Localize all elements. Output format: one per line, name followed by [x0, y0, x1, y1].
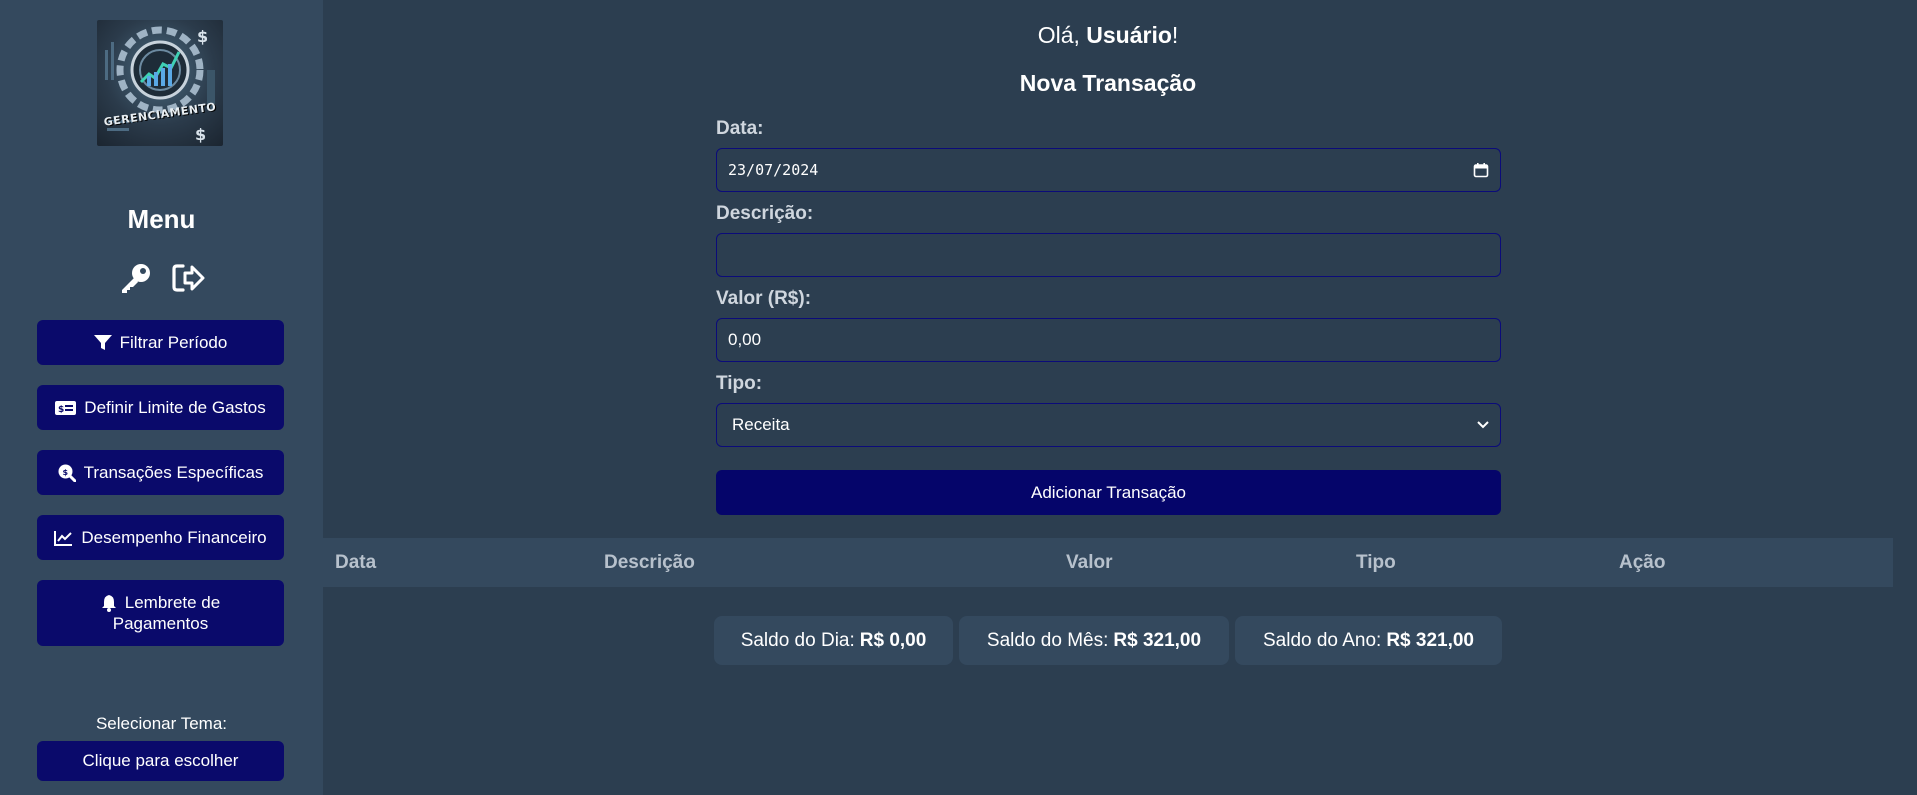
sign-out-icon[interactable] [170, 261, 206, 295]
menu-icon-bar [0, 261, 323, 295]
key-icon[interactable] [118, 261, 154, 295]
type-selected: Receita [732, 415, 790, 434]
date-value: 23/07/2024 [728, 161, 819, 179]
svg-text:$: $ [195, 125, 206, 144]
greeting-prefix: Olá, [1037, 22, 1087, 48]
form-title: Nova Transação [1019, 70, 1197, 96]
description-input[interactable] [716, 233, 1501, 277]
app-logo: $ $ GERENCIAMENTO [97, 20, 223, 146]
value-label: Valor (R$): [716, 288, 812, 309]
description-label: Descrição: [716, 203, 814, 224]
filter-period-label: Filtrar Período [119, 332, 228, 352]
col-type: Tipo [1356, 552, 1396, 573]
payment-reminder-label-2: Pagamentos [112, 614, 209, 633]
user-name: Usuário [1086, 22, 1172, 48]
svg-text:$: $ [58, 405, 64, 415]
money-bill-icon: $ [55, 400, 77, 415]
filter-icon [93, 334, 112, 351]
daily-balance-value: R$ 0,00 [859, 629, 927, 651]
chevron-down-icon [1477, 421, 1489, 429]
yearly-balance: Saldo do Ano: R$ 321,00 [1235, 616, 1502, 665]
payment-reminder-button[interactable]: Lembrete de Pagamentos [37, 580, 284, 646]
bell-icon [101, 594, 117, 612]
menu-title: Menu [127, 204, 196, 234]
monthly-balance-label: Saldo do Mês: [986, 629, 1109, 651]
theme-select-button[interactable]: Clique para escolher [37, 741, 284, 781]
sidebar: $ $ GERENCIAMENTO Menu Filtrar Período $… [0, 0, 323, 795]
value-value: 0,00 [728, 330, 762, 349]
greeting: Olá, Usuário! [323, 22, 1893, 49]
monthly-balance-value: R$ 321,00 [1113, 629, 1202, 651]
type-label: Tipo: [716, 373, 763, 394]
financial-performance-label: Desempenho Financeiro [81, 527, 267, 547]
filter-period-button[interactable]: Filtrar Período [37, 320, 284, 365]
col-action: Ação [1619, 552, 1666, 573]
spending-limit-label: Definir Limite de Gastos [84, 397, 266, 417]
app: $ $ GERENCIAMENTO Menu Filtrar Período $… [0, 0, 1917, 795]
col-description: Descrição [604, 552, 695, 573]
calendar-icon[interactable] [1473, 162, 1489, 178]
date-label: Data: [716, 118, 764, 139]
daily-balance: Saldo do Dia: R$ 0,00 [714, 616, 953, 665]
value-input[interactable]: 0,00 [716, 318, 1501, 362]
yearly-balance-value: R$ 321,00 [1386, 629, 1474, 651]
svg-text:$: $ [197, 27, 208, 46]
specific-transactions-label: Transações Específicas [83, 462, 264, 482]
financial-performance-button[interactable]: Desempenho Financeiro [37, 515, 284, 560]
col-date: Data [335, 552, 377, 573]
daily-balance-label: Saldo do Dia: [740, 629, 855, 651]
spending-limit-button[interactable]: $ Definir Limite de Gastos [37, 385, 284, 430]
date-input[interactable]: 23/07/2024 [716, 148, 1501, 192]
type-select[interactable]: Receita [716, 403, 1501, 447]
search-dollar-icon: $ [58, 464, 76, 482]
greeting-suffix: ! [1171, 22, 1179, 48]
payment-reminder-label-1: Lembrete de [124, 593, 221, 612]
transactions-table-header: Data Descrição Valor Tipo Ação [323, 538, 1893, 587]
svg-text:$: $ [62, 468, 68, 477]
col-value: Valor [1066, 552, 1113, 573]
monthly-balance: Saldo do Mês: R$ 321,00 [959, 616, 1229, 665]
add-transaction-button[interactable]: Adicionar Transação [716, 470, 1501, 515]
specific-transactions-button[interactable]: $ Transações Específicas [37, 450, 284, 495]
yearly-balance-label: Saldo do Ano: [1262, 629, 1382, 651]
theme-label: Selecionar Tema: [95, 714, 228, 733]
chart-line-icon [54, 530, 73, 546]
